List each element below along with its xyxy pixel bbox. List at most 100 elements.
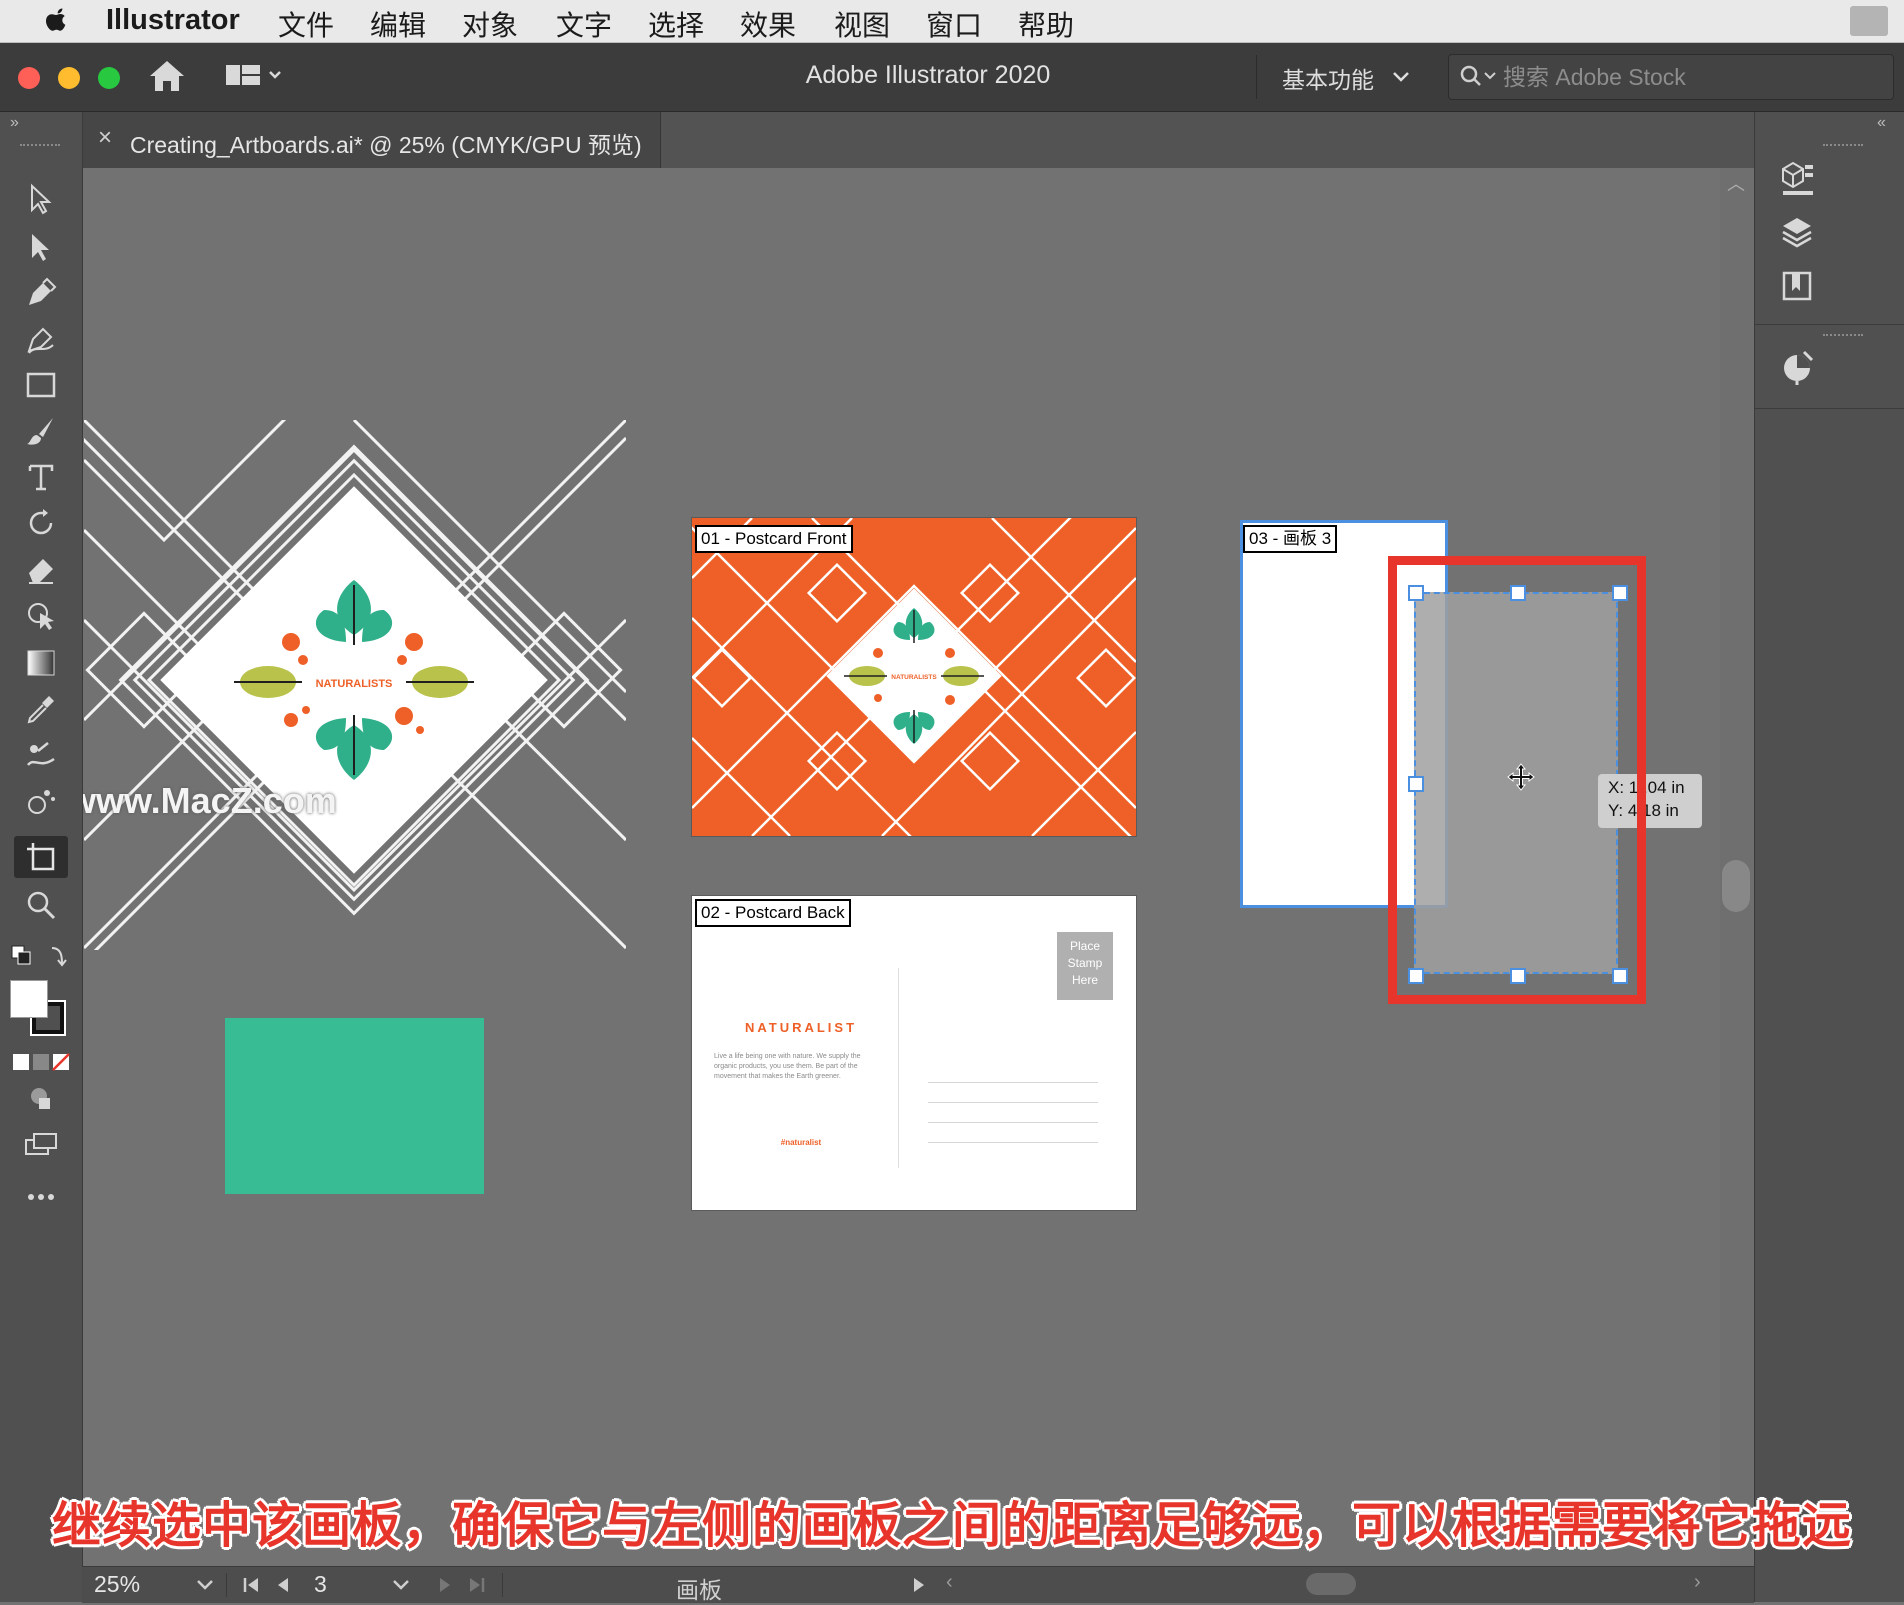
fill-color-swatch[interactable] <box>10 980 48 1018</box>
menu-effect[interactable]: 效果 <box>740 4 796 44</box>
layers-panel-button[interactable] <box>1773 210 1821 254</box>
blend-tool[interactable] <box>14 734 68 776</box>
artboard-label-02[interactable]: 02 - Postcard Back <box>695 899 851 927</box>
collapse-toolbar-icon[interactable]: » <box>10 114 19 132</box>
first-artboard-icon[interactable] <box>242 1577 260 1593</box>
close-tab-icon[interactable]: × <box>98 124 112 152</box>
screen-mode-button[interactable] <box>14 1124 68 1166</box>
chevron-down-icon[interactable] <box>1392 71 1410 83</box>
shape-builder-tool[interactable] <box>14 594 68 636</box>
menu-select[interactable]: 选择 <box>648 4 704 44</box>
pen-icon <box>29 277 57 305</box>
artboard-label-01[interactable]: 01 - Postcard Front <box>695 525 853 553</box>
properties-icon <box>1782 161 1813 195</box>
menu-type[interactable]: 文字 <box>556 4 612 44</box>
vertical-scroll-thumb[interactable] <box>1722 860 1750 912</box>
layers-icon <box>1782 218 1812 248</box>
green-rectangle-shape[interactable] <box>225 1018 484 1194</box>
pen-tool[interactable] <box>14 272 68 314</box>
home-icon[interactable] <box>148 59 186 93</box>
menu-window[interactable]: 窗口 <box>926 4 982 44</box>
artboard-label-03[interactable]: 03 - 画板 3 <box>1243 525 1338 553</box>
last-artboard-icon[interactable] <box>468 1577 486 1593</box>
color-gradient-none-icon <box>13 1053 70 1071</box>
shape-builder-icon <box>28 603 54 630</box>
collapse-panels-icon[interactable]: « <box>1877 114 1886 132</box>
symbol-sprayer-tool[interactable] <box>14 780 68 822</box>
direct-selection-tool[interactable] <box>14 226 68 268</box>
horizontal-scroll-thumb[interactable] <box>1306 1573 1356 1595</box>
postcard-front-artwork: NATURALISTS <box>692 518 1136 836</box>
eraser-tool[interactable] <box>14 548 68 590</box>
menubar-extra-icon[interactable] <box>1850 6 1888 36</box>
scroll-up-icon[interactable]: ︿ <box>1727 170 1745 196</box>
zoom-tool[interactable] <box>14 884 68 926</box>
artboard-postcard-back[interactable]: Place Stamp Here NATURALIST Live a life … <box>691 895 1137 1211</box>
properties-panel-button[interactable] <box>1773 156 1821 200</box>
eyedropper-tool[interactable] <box>14 688 68 730</box>
type-t-icon <box>28 464 54 491</box>
tutorial-caption: 继续选中该画板，确保它与左侧的画板之间的距离足够远，可以根据需要将它拖远 <box>51 1499 1852 1553</box>
document-tab[interactable]: × Creating_Artboards.ai* @ 25% (CMYK/GPU… <box>82 112 661 168</box>
curvature-tool[interactable] <box>14 318 68 360</box>
color-mode-buttons[interactable] <box>12 1052 70 1072</box>
panel-dock-grip[interactable] <box>1823 144 1863 146</box>
address-line <box>928 1142 1098 1143</box>
screen-mode-icon <box>25 1133 57 1155</box>
type-tool[interactable] <box>14 456 68 498</box>
libraries-panel-button[interactable] <box>1773 264 1821 308</box>
artboard-dropdown-icon[interactable] <box>392 1579 410 1591</box>
fill-stroke-controls[interactable] <box>10 942 70 970</box>
artboard-number-field[interactable]: 3 <box>314 1571 327 1598</box>
document-tab-title[interactable]: Creating_Artboards.ai* @ 25% (CMYK/GPU 预… <box>130 126 642 160</box>
status-bar: 25% 3 画板 ‹ › <box>82 1566 1754 1603</box>
address-line <box>928 1082 1098 1083</box>
rotate-tool[interactable] <box>14 502 68 544</box>
toolbar-grip[interactable] <box>20 144 60 150</box>
zoom-window-button[interactable] <box>98 67 120 89</box>
artboard-tool[interactable] <box>14 836 68 878</box>
highlight-annotation-box <box>1388 556 1646 1004</box>
status-menu-arrow-icon[interactable] <box>912 1577 926 1593</box>
draw-mode-button[interactable] <box>14 1078 68 1120</box>
scroll-left-icon[interactable]: ‹ <box>946 1571 953 1594</box>
zoom-level-field[interactable]: 25% <box>94 1571 140 1598</box>
arrange-documents-icon[interactable] <box>226 63 282 89</box>
color-themes-panel-button[interactable] <box>1773 346 1821 390</box>
menu-help[interactable]: 帮助 <box>1018 4 1074 44</box>
workspace-switcher[interactable]: 基本功能 <box>1282 61 1374 95</box>
stamp-placeholder: Place Stamp Here <box>1057 932 1113 1000</box>
rectangle-icon <box>26 372 56 398</box>
pasteboard-brand-text: NATURALISTS <box>316 678 393 690</box>
close-window-button[interactable] <box>18 67 40 89</box>
panel-dock-grip[interactable] <box>1823 334 1863 336</box>
artboard-postcard-front[interactable]: NATURALISTS <box>691 517 1137 837</box>
vertical-scrollbar[interactable]: ︿ <box>1720 168 1754 1566</box>
selection-tool[interactable] <box>14 178 68 220</box>
next-artboard-icon[interactable] <box>438 1577 452 1593</box>
menu-object[interactable]: 对象 <box>462 4 518 44</box>
menu-view[interactable]: 视图 <box>834 4 890 44</box>
zoom-dropdown-icon[interactable] <box>196 1579 214 1591</box>
window-title: Adobe Illustrator 2020 <box>805 61 1051 89</box>
direct-selection-arrow-icon <box>32 234 49 261</box>
pasteboard-pattern-artwork[interactable]: NATURALISTS <box>84 420 626 950</box>
apple-icon[interactable] <box>42 6 70 36</box>
menu-edit[interactable]: 编辑 <box>370 4 426 44</box>
minimize-window-button[interactable] <box>58 67 80 89</box>
menu-file[interactable]: 文件 <box>278 4 334 44</box>
rectangle-tool[interactable] <box>14 364 68 406</box>
adobe-stock-search[interactable] <box>1448 54 1894 100</box>
edit-toolbar-button[interactable] <box>14 1176 68 1218</box>
artboard-tool-icon <box>27 843 55 871</box>
address-line <box>928 1102 1098 1103</box>
color-themes-icon <box>1784 350 1814 385</box>
paintbrush-tool[interactable] <box>14 410 68 452</box>
panel-dock: « <box>1754 112 1904 1602</box>
fill-stroke-swatch[interactable] <box>10 980 70 1042</box>
search-input[interactable] <box>1501 61 1885 93</box>
app-menu-illustrator[interactable]: Illustrator <box>106 4 240 37</box>
previous-artboard-icon[interactable] <box>276 1577 290 1593</box>
scroll-right-icon[interactable]: › <box>1694 1571 1701 1594</box>
gradient-tool[interactable] <box>14 642 68 684</box>
